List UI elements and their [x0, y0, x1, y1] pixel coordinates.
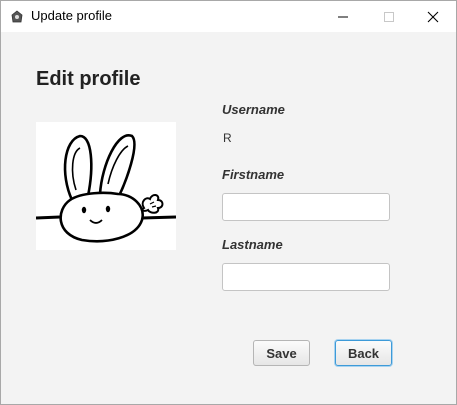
minimize-button[interactable]	[320, 1, 366, 32]
app-icon	[10, 9, 24, 23]
username-label: Username	[222, 102, 285, 117]
bunny-avatar-image	[35, 134, 177, 243]
firstname-input[interactable]	[222, 193, 390, 221]
maximize-icon	[384, 12, 394, 22]
username-value: R	[223, 131, 232, 145]
lastname-label: Lastname	[222, 237, 283, 252]
update-profile-window: Update profile Edit profile Username R F…	[0, 0, 457, 405]
close-button[interactable]	[410, 1, 456, 32]
firstname-label: Firstname	[222, 167, 285, 182]
minimize-icon	[338, 16, 348, 18]
window-title: Update profile	[31, 8, 112, 23]
maximize-button[interactable]	[366, 1, 412, 32]
page-title: Edit profile	[36, 68, 141, 90]
avatar	[35, 122, 177, 250]
back-button[interactable]: Back	[335, 340, 392, 366]
lastname-input[interactable]	[222, 263, 390, 291]
save-button[interactable]: Save	[253, 340, 310, 366]
close-icon	[427, 11, 439, 23]
title-bar[interactable]: Update profile	[1, 1, 456, 32]
